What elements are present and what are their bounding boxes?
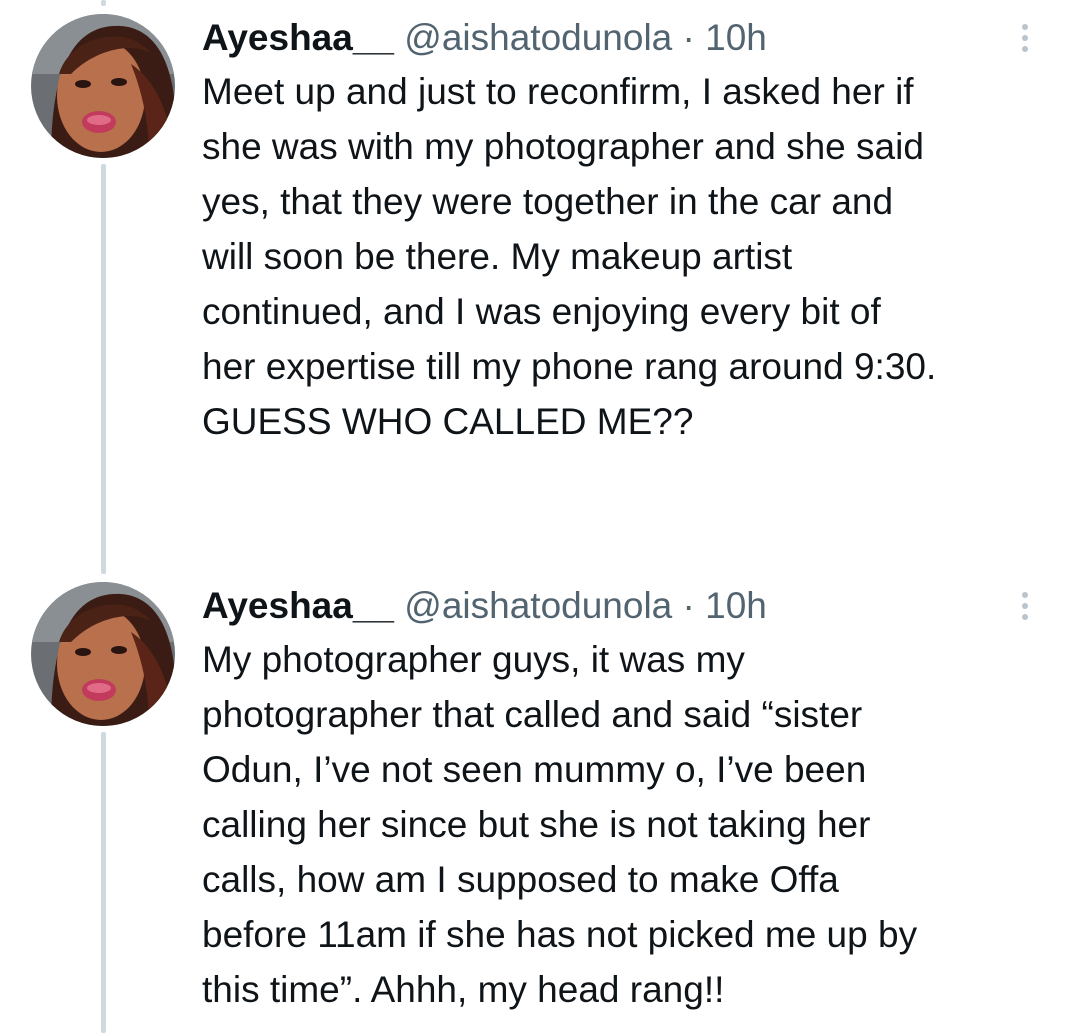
dot — [1022, 603, 1028, 609]
vertical-ellipsis-icon[interactable] — [1010, 584, 1040, 628]
timestamp[interactable]: 10h — [705, 585, 767, 626]
timestamp[interactable]: 10h — [705, 17, 767, 58]
separator-dot: · — [682, 17, 695, 58]
dot — [1022, 592, 1028, 598]
tweet-text: Meet up and just to reconfirm, I asked h… — [202, 71, 937, 442]
thread-connector-top — [101, 0, 106, 6]
thread-connector — [101, 164, 106, 574]
vertical-ellipsis-icon[interactable] — [1010, 16, 1040, 60]
user-handle[interactable]: @aishatodunola — [404, 585, 672, 626]
tweet-text: My photographer guys, it was my photogra… — [202, 639, 918, 1010]
dot — [1022, 24, 1028, 30]
tweet-header: Ayeshaa__ @aishatodunola · 10h — [202, 584, 767, 628]
dot — [1022, 46, 1028, 52]
display-name[interactable]: Ayeshaa__ — [202, 17, 394, 58]
user-handle[interactable]: @aishatodunola — [404, 17, 672, 58]
separator-dot: · — [682, 585, 695, 626]
dot — [1022, 35, 1028, 41]
profile-photo-avatar — [31, 582, 175, 726]
profile-photo-avatar — [31, 14, 175, 158]
user-avatar[interactable] — [31, 582, 175, 726]
dot — [1022, 614, 1028, 620]
user-avatar[interactable] — [31, 14, 175, 158]
display-name[interactable]: Ayeshaa__ — [202, 585, 394, 626]
thread-connector-bottom — [101, 732, 106, 1033]
tweet-header: Ayeshaa__ @aishatodunola · 10h — [202, 16, 767, 60]
